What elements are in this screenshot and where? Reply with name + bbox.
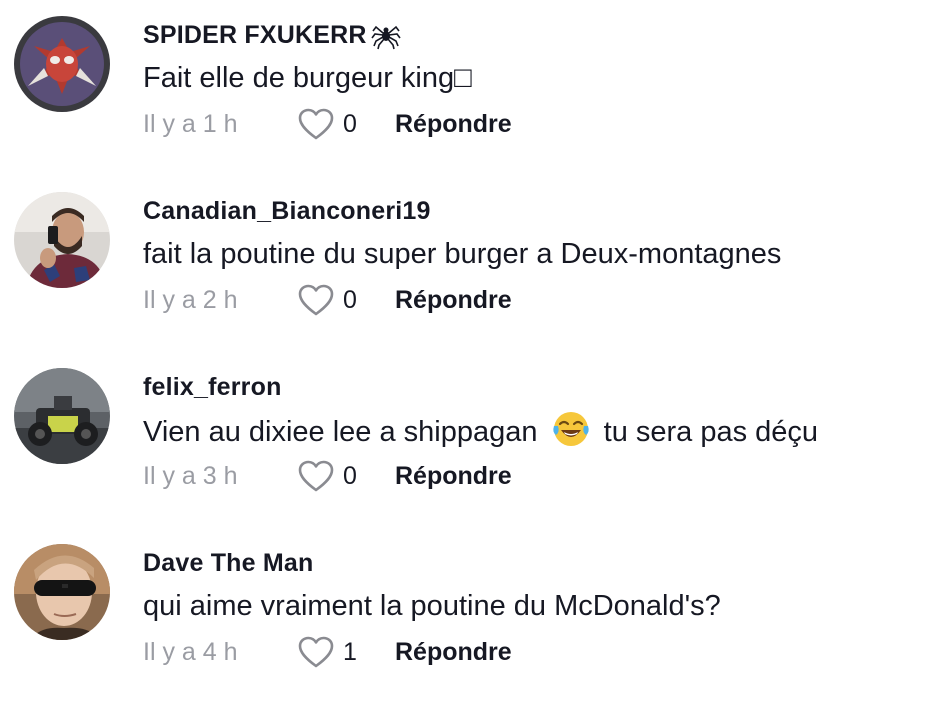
username-text: SPIDER FXUKERR (143, 21, 367, 49)
comment-text: Fait elle de burgeur king□ (143, 62, 472, 94)
username[interactable]: Dave The Man (143, 546, 922, 580)
comment-time: Il y a 3 h (143, 461, 238, 490)
comment-meta: Il y a 1 h 0 Répondre (143, 104, 512, 144)
comment-item: felix_ferron Vien au dixiee lee a shippa… (0, 352, 942, 528)
like-button[interactable]: 0 (297, 283, 395, 317)
avatar[interactable] (14, 192, 110, 288)
avatar[interactable] (14, 16, 110, 112)
username[interactable]: felix_ferron (143, 370, 922, 404)
heart-outline-icon (298, 460, 334, 492)
like-count: 0 (343, 109, 357, 138)
comment-meta: Il y a 4 h 1 Répondre (143, 632, 512, 672)
like-button[interactable]: 0 (297, 107, 395, 141)
comment-item: Dave The Man qui aime vraiment la poutin… (0, 528, 942, 704)
reply-button[interactable]: Répondre (395, 462, 512, 491)
reply-button[interactable]: Répondre (395, 110, 512, 139)
like-button[interactable]: 1 (297, 635, 395, 669)
comment-item: Canadian_Bianconeri19 fait la poutine du… (0, 176, 942, 352)
like-count: 0 (343, 285, 357, 314)
spider-emoji (370, 19, 402, 51)
reply-button[interactable]: Répondre (395, 638, 512, 667)
reply-button[interactable]: Répondre (395, 286, 512, 315)
comment-item: SPIDER FXUKERR Fait elle de burgeur king… (0, 0, 942, 176)
like-count: 1 (343, 637, 357, 666)
comment-text-part: Vien au dixiee lee a shippagan (143, 416, 538, 448)
like-button[interactable]: 0 (297, 459, 395, 493)
comment-meta: Il y a 3 h 0 Répondre (143, 456, 512, 496)
comment-text: Vien au dixiee lee a shippagan tu sera p… (143, 410, 922, 452)
heart-outline-icon (298, 108, 334, 140)
heart-outline-icon (298, 636, 334, 668)
like-count: 0 (343, 461, 357, 490)
comment-time: Il y a 1 h (143, 109, 238, 138)
comment-time: Il y a 2 h (143, 285, 238, 314)
comment-time: Il y a 4 h (143, 637, 238, 666)
avatar[interactable] (14, 544, 110, 640)
comment-text-part: tu sera pas déçu (603, 416, 819, 448)
comment-meta: Il y a 2 h 0 Répondre (143, 280, 512, 320)
username[interactable]: SPIDER FXUKERR (143, 18, 922, 52)
comment-text: fait la poutine du super burger a Deux-m… (143, 238, 782, 270)
heart-outline-icon (298, 284, 334, 316)
comment-text: qui aime vraiment la poutine du McDonald… (143, 590, 721, 622)
avatar[interactable] (14, 368, 110, 464)
username[interactable]: Canadian_Bianconeri19 (143, 194, 922, 228)
tears-of-joy-emoji (552, 410, 590, 448)
